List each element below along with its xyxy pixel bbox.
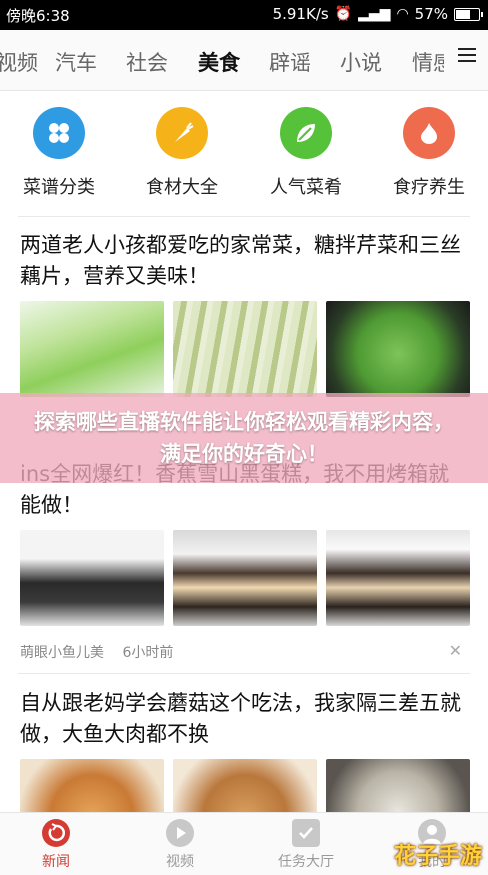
menu-icon[interactable] (458, 48, 476, 62)
nav-label: 视频 (166, 854, 194, 870)
flame-icon (403, 107, 455, 159)
wifi-icon: ◠ (396, 6, 409, 22)
cake-cut-image (326, 530, 470, 626)
category-label: 食疗养生 (393, 177, 465, 198)
category-health[interactable]: 食疗养生 (374, 107, 484, 199)
close-icon[interactable]: ✕ (449, 641, 462, 660)
article-time: 6小时前 (122, 645, 174, 661)
tab-novel[interactable]: 小说 (340, 47, 382, 77)
article-source: 萌眼小鱼儿美 (20, 645, 104, 661)
watermark-logo: 花子手游 (393, 844, 482, 869)
carrot-icon (156, 107, 208, 159)
category-label: 人气菜肴 (270, 177, 342, 198)
article-meta: 萌眼小鱼儿美 6小时前 (20, 642, 187, 662)
tab-emotion[interactable]: 情感 (412, 47, 444, 77)
category-label: 菜谱分类 (23, 177, 95, 198)
network-speed: 5.91K/s (272, 5, 329, 23)
greens-image (326, 301, 470, 397)
nav-label: 任务大厅 (278, 854, 334, 870)
nav-news[interactable]: 新闻 (6, 819, 106, 871)
category-recipes[interactable]: 菜谱分类 (4, 107, 114, 199)
category-popular[interactable]: 人气菜肴 (251, 107, 361, 199)
celery-image (20, 301, 164, 397)
alarm-icon: ⏰ (334, 6, 353, 22)
leaf-icon (280, 107, 332, 159)
nav-video[interactable]: 视频 (130, 819, 230, 871)
nav-tasks[interactable]: 任务大厅 (256, 819, 356, 871)
category-label: 食材大全 (146, 177, 218, 198)
overlay-banner[interactable]: 探索哪些直播软件能让你轻松观看精彩内容，满足你的好奇心！ (0, 393, 488, 483)
divider (18, 673, 470, 674)
divider (18, 216, 470, 217)
lotus-root-image (173, 301, 317, 397)
status-bar: 傍晚6:38 5.91K/s ⏰ ▂▄▆ ◠ 57% (0, 0, 488, 30)
play-icon (166, 819, 194, 847)
cake-image (20, 530, 164, 626)
article-thumbnails[interactable] (20, 301, 470, 397)
category-ingredients[interactable]: 食材大全 (127, 107, 237, 199)
recipe-grid-icon (33, 107, 85, 159)
tab-auto[interactable]: 汽车 (55, 47, 97, 77)
tab-video[interactable]: 视频 (0, 47, 38, 77)
article-title[interactable]: 两道老人小孩都爱吃的家常菜，糖拌芹菜和三丝藕片，营养又美味！ (20, 230, 470, 292)
article-title[interactable]: 自从跟老妈学会蘑菇这个吃法，我家隔三差五就做，大鱼大肉都不换 (20, 688, 470, 750)
battery-percent: 57% (414, 5, 448, 23)
status-time: 傍晚6:38 (6, 7, 70, 25)
nav-label: 新闻 (42, 854, 70, 870)
task-check-icon (292, 819, 320, 847)
cake-slice-image (173, 530, 317, 626)
overlay-banner-text: 探索哪些直播软件能让你轻松观看精彩内容，满足你的好奇心！ (34, 410, 454, 466)
tab-food[interactable]: 美食 (198, 47, 240, 77)
battery-icon (454, 7, 483, 21)
tab-society[interactable]: 社会 (126, 47, 168, 77)
status-icons: 5.91K/s ⏰ ▂▄▆ ◠ 57% (272, 5, 483, 23)
refresh-icon (42, 819, 70, 847)
signal-icon: ▂▄▆ (358, 6, 391, 22)
tab-rumor[interactable]: 辟谣 (269, 47, 311, 77)
channel-tabs: 视频 汽车 社会 美食 辟谣 小说 情感 (0, 30, 488, 91)
category-shortcuts: 菜谱分类 食材大全 人气菜肴 食疗养生 (0, 95, 488, 215)
article-thumbnails[interactable] (20, 530, 470, 626)
